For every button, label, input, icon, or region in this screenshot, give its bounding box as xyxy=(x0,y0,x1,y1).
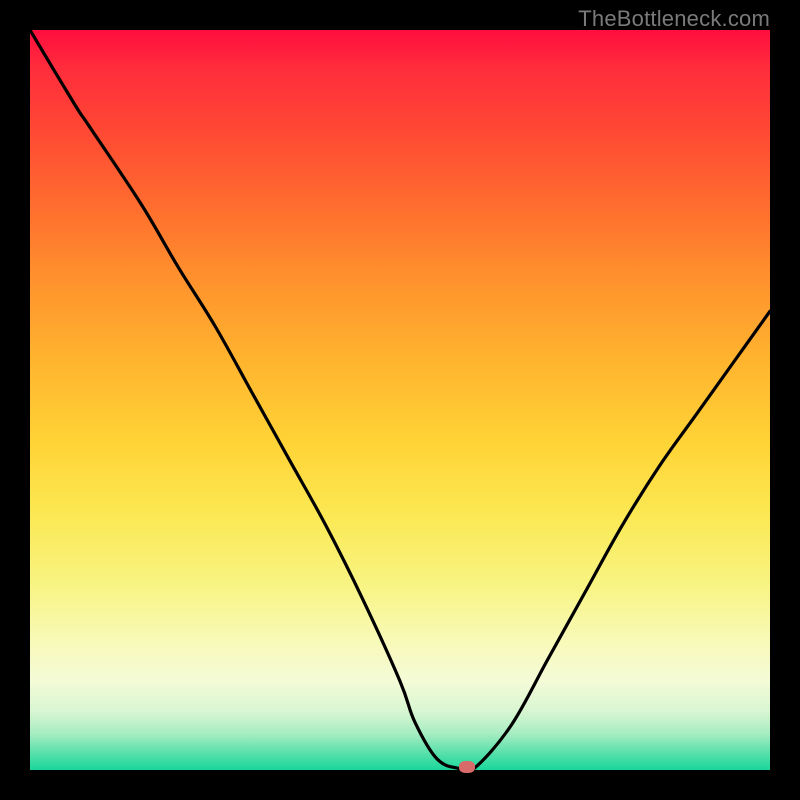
plot-area xyxy=(30,30,770,770)
watermark-text: TheBottleneck.com xyxy=(578,6,770,32)
chart-container: TheBottleneck.com xyxy=(0,0,800,800)
bottleneck-curve xyxy=(30,30,770,770)
minimum-marker xyxy=(459,761,475,773)
